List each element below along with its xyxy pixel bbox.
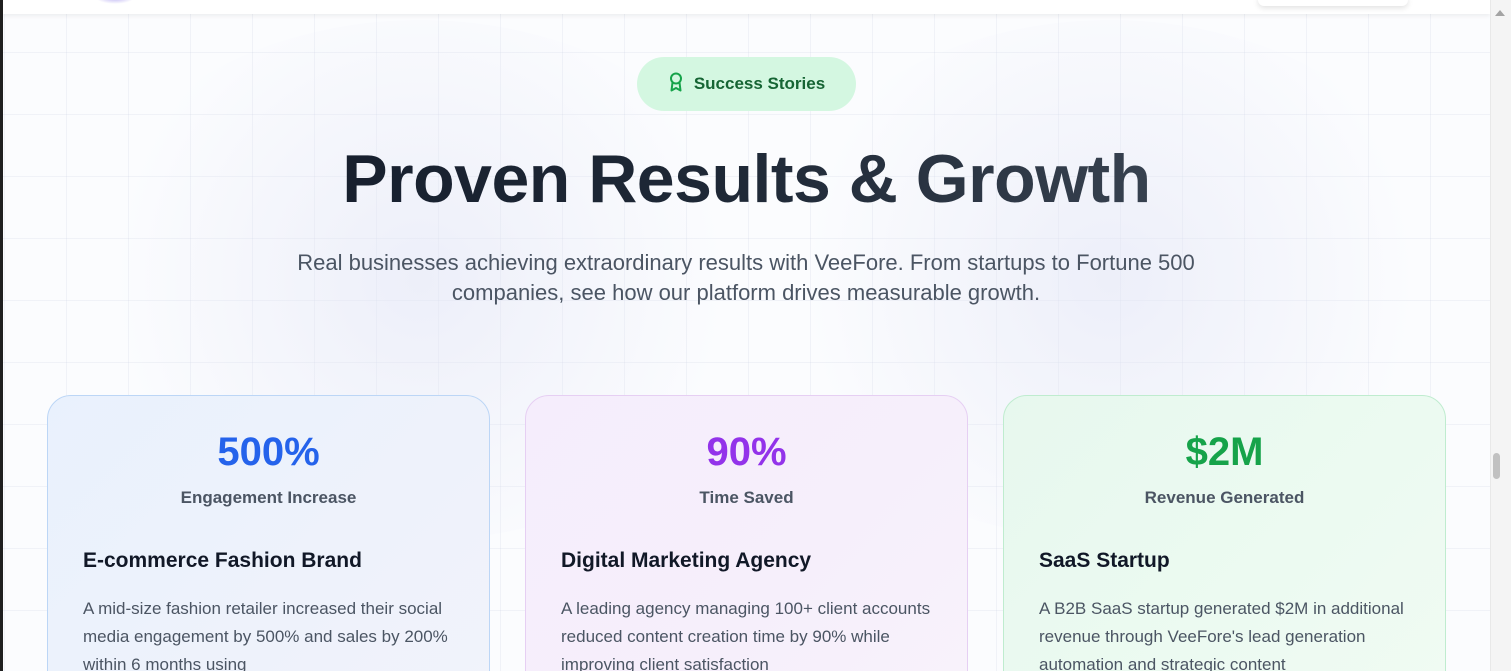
card-title: Digital Marketing Agency bbox=[561, 549, 812, 572]
card-title: SaaS Startup bbox=[1039, 549, 1170, 572]
case-study-card[interactable]: 90% Time Saved Digital Marketing Agency … bbox=[525, 395, 968, 671]
stat-value: $2M bbox=[1185, 430, 1264, 474]
stat-label: Engagement Increase bbox=[180, 488, 357, 507]
card-description: A B2B SaaS startup generated $2M in addi… bbox=[1039, 599, 1404, 671]
card-title: E-commerce Fashion Brand bbox=[83, 549, 362, 572]
page-subtitle: Real businesses achieving extraordinary … bbox=[297, 250, 1195, 305]
stat-value: 90% bbox=[706, 430, 787, 474]
card-description: A leading agency managing 100+ client ac… bbox=[561, 599, 931, 671]
scrollbar[interactable] bbox=[1490, 0, 1511, 671]
page-title: Proven Results & Growth bbox=[0, 138, 1493, 220]
badge-label: Success Stories bbox=[693, 74, 826, 93]
case-study-card[interactable]: $2M Revenue Generated SaaS Startup A B2B… bbox=[1003, 395, 1446, 671]
scrollbar-thumb[interactable] bbox=[1493, 453, 1500, 479]
stat-label: Time Saved bbox=[699, 488, 794, 507]
logo[interactable] bbox=[95, 0, 135, 4]
header-cta-button[interactable] bbox=[1258, 0, 1408, 6]
scroll-up-arrow-icon[interactable] bbox=[1495, 10, 1505, 16]
card-description: A mid-size fashion retailer increased th… bbox=[83, 599, 448, 671]
window-frame bbox=[0, 0, 3, 671]
stat-value: 500% bbox=[217, 430, 320, 474]
stat-label: Revenue Generated bbox=[1144, 488, 1305, 507]
award-icon bbox=[668, 72, 684, 97]
page: Success Stories Proven Results & Growth … bbox=[0, 0, 1511, 671]
site-header bbox=[3, 0, 1490, 14]
success-stories-badge: Success Stories bbox=[637, 57, 856, 111]
case-study-card[interactable]: 500% Engagement Increase E-commerce Fash… bbox=[47, 395, 490, 671]
